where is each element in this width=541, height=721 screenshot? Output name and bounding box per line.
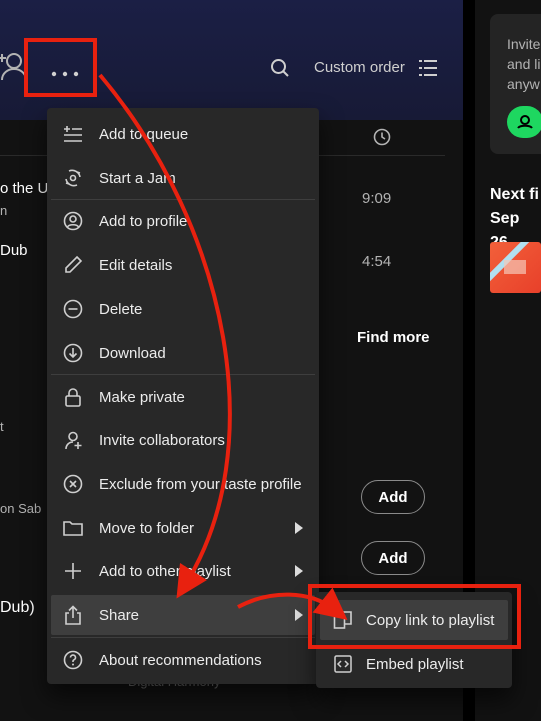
submenu-arrow-icon [295, 521, 303, 538]
add-track-button[interactable]: Add [361, 541, 425, 575]
jam-icon [61, 166, 85, 190]
share-icon [61, 603, 85, 627]
track-title[interactable]: o the U [0, 180, 48, 197]
track-artist[interactable]: n [0, 203, 7, 218]
menu-item-about-recommendations[interactable]: About recommendations [51, 640, 315, 680]
track-title[interactable]: Dub [0, 242, 28, 259]
menu-item-make-private[interactable]: Make private [51, 377, 315, 417]
track-title[interactable]: Dub) [0, 599, 35, 617]
question-icon [61, 648, 85, 672]
copy-icon [332, 609, 354, 631]
embed-icon [332, 653, 354, 675]
exclude-icon [61, 472, 85, 496]
invite-text: Invite and li anyw [507, 36, 541, 92]
menu-item-add-to-other-playlist[interactable]: Add to other playlist [51, 551, 315, 591]
track-artist[interactable]: on Sab [0, 501, 41, 516]
menu-separator [51, 374, 315, 375]
menu-item-start-jam[interactable]: Start a Jam [51, 158, 315, 198]
menu-item-add-to-queue[interactable]: Add to queue [51, 114, 315, 154]
duration-clock-icon [373, 128, 391, 146]
add-to-queue-icon [61, 122, 85, 146]
profile-icon [61, 209, 85, 233]
menu-item-move-to-folder[interactable]: Move to folder [51, 508, 315, 548]
invite-button[interactable] [507, 106, 541, 138]
search-icon[interactable] [270, 58, 290, 78]
folder-icon [61, 516, 85, 540]
submenu-item-copy-link[interactable]: Copy link to playlist [320, 600, 508, 640]
pencil-icon [61, 253, 85, 277]
more-options-button[interactable] [50, 64, 80, 77]
find-more-link[interactable]: Find more [357, 329, 430, 346]
track-duration: 4:54 [362, 253, 392, 270]
minus-circle-icon [61, 297, 85, 321]
submenu-arrow-icon [295, 608, 303, 625]
menu-separator [51, 199, 315, 200]
submenu-arrow-icon [295, 564, 303, 581]
submenu-item-embed-playlist[interactable]: Embed playlist [320, 644, 508, 684]
add-user-icon[interactable] [0, 50, 30, 82]
menu-item-download[interactable]: Download [51, 333, 315, 373]
add-track-button[interactable]: Add [361, 480, 425, 514]
menu-item-add-to-profile[interactable]: Add to profile [51, 201, 315, 241]
share-submenu: Copy link to playlist Embed playlist [316, 592, 512, 688]
sort-custom-order-label[interactable]: Custom order [314, 59, 405, 76]
menu-item-invite-collaborators[interactable]: Invite collaborators [51, 420, 315, 460]
menu-item-exclude-taste-profile[interactable]: Exclude from your taste profile [51, 464, 315, 504]
add-person-icon [61, 428, 85, 452]
track-artist[interactable]: t [0, 419, 4, 434]
plus-icon [61, 559, 85, 583]
menu-item-share[interactable]: Share [51, 595, 315, 635]
download-icon [61, 341, 85, 365]
menu-item-edit-details[interactable]: Edit details [51, 245, 315, 285]
lock-icon [61, 385, 85, 409]
playlist-context-menu: Add to queue Start a Jam Add to profile … [47, 108, 319, 684]
track-duration: 9:09 [362, 190, 392, 207]
album-art-thumbnail[interactable] [490, 242, 541, 293]
menu-item-delete[interactable]: Delete [51, 289, 315, 329]
menu-separator [51, 637, 315, 638]
list-view-icon[interactable] [419, 59, 437, 77]
